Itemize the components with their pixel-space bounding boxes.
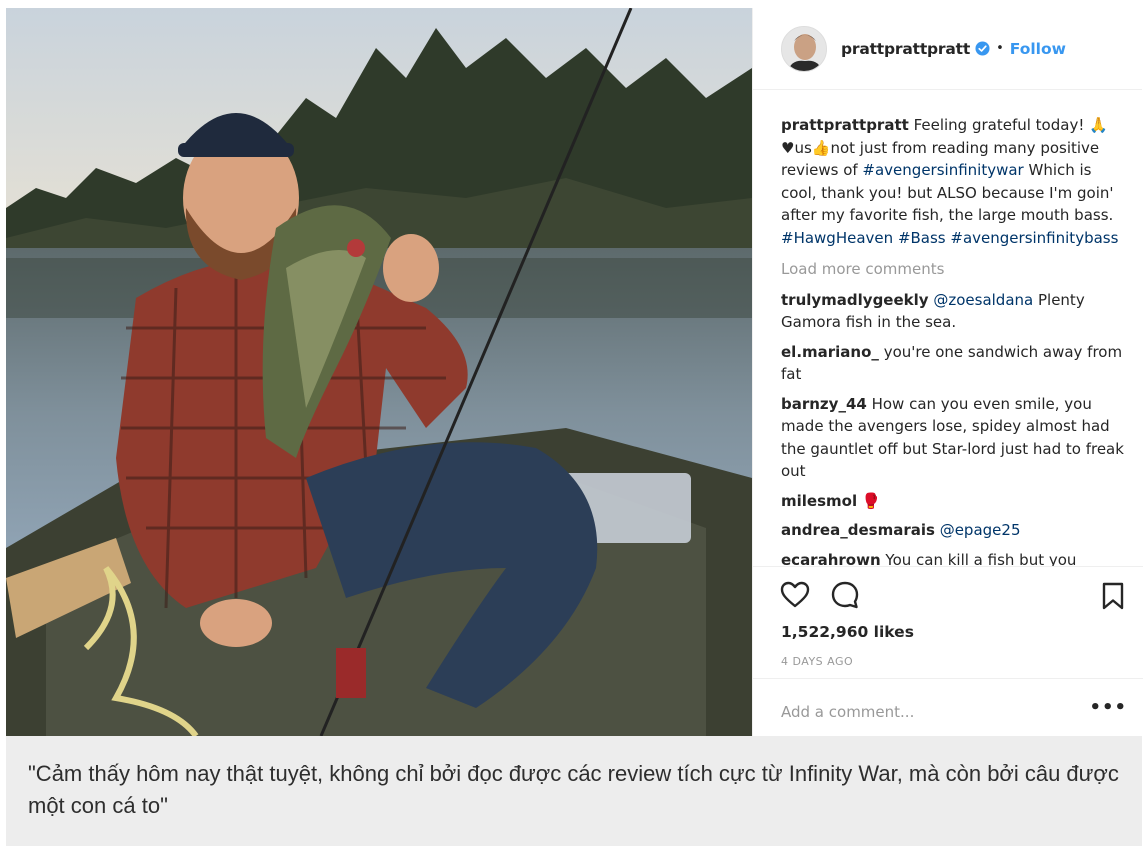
hashtag-link[interactable]: #HawgHeaven [781, 229, 893, 247]
comment-text: 🥊 [857, 491, 881, 510]
post-actions: 1,522,960 likes 4 DAYS AGO [753, 566, 1143, 676]
follow-button[interactable]: Follow [1010, 40, 1066, 58]
comment-text: You can kill a fish but you [880, 550, 1077, 567]
post-date: 4 DAYS AGO [781, 655, 854, 668]
more-options-button[interactable]: ••• [1089, 697, 1127, 718]
header-username[interactable]: prattprattpratt [841, 40, 970, 58]
comment-icon[interactable] [829, 579, 861, 611]
comment-item: andrea_desmarais @epage25 [781, 519, 1131, 542]
verified-badge-icon [975, 41, 990, 56]
comment-username[interactable]: el.mariano_ [781, 343, 879, 361]
add-comment-area: Add a comment... ••• [753, 678, 1143, 736]
comment-mention[interactable]: @zoesaldana [933, 291, 1033, 309]
hashtag-link[interactable]: #avengersinfinitywar [862, 161, 1023, 179]
avatar-face-icon [782, 26, 826, 71]
comment-item: milesmol 🥊 [781, 490, 1131, 513]
separator-dot: • [996, 41, 1004, 56]
comment-item: trulymadlygeekly @zoesaldana Plenty Gamo… [781, 289, 1131, 334]
post-header: prattprattpratt • Follow [753, 8, 1142, 90]
article-caption: "Cảm thấy hôm nay thật tuyệt, không chỉ … [6, 736, 1142, 846]
comment-username[interactable]: andrea_desmarais [781, 521, 935, 539]
thumbs-up-emoji: 👍 [811, 138, 831, 157]
comment-username[interactable]: milesmol [781, 492, 857, 510]
add-comment-input[interactable]: Add a comment... [781, 703, 914, 721]
comment-item: ecarahrown You can kill a fish but you [781, 549, 1131, 567]
caption-username[interactable]: prattprattpratt [781, 116, 909, 134]
comments-section: prattprattpratt Feeling grateful today! … [781, 114, 1131, 566]
comment-username[interactable]: trulymadlygeekly [781, 291, 929, 309]
caption-text-1: Feeling grateful today! [908, 116, 1090, 134]
instagram-post-panel: prattprattpratt • Follow prattprattpratt… [752, 8, 1143, 736]
post-photo[interactable] [6, 8, 752, 736]
hashtag-link[interactable]: #Bass [898, 229, 946, 247]
pray-emoji: 🙏 [1089, 116, 1108, 134]
comment-item: el.mariano_ you're one sandwich away fro… [781, 341, 1131, 386]
fishing-photo-illustration [6, 8, 752, 736]
heart-icon[interactable] [779, 579, 811, 611]
comment-username[interactable]: ecarahrown [781, 551, 881, 567]
hashtag-link[interactable]: #avengersinfinitybass [950, 229, 1118, 247]
bookmark-icon[interactable] [1099, 581, 1127, 611]
comment-username[interactable]: barnzy_44 [781, 395, 867, 413]
post-caption: prattprattpratt Feeling grateful today! … [781, 114, 1131, 249]
comment-mention[interactable]: @epage25 [940, 521, 1021, 539]
comment-item: barnzy_44 How can you even smile, you ma… [781, 393, 1131, 483]
avatar[interactable] [781, 25, 827, 72]
likes-count[interactable]: 1,522,960 likes [781, 623, 914, 641]
load-more-comments-button[interactable]: Load more comments [781, 258, 1131, 281]
caption-text-2: ♥us [781, 138, 812, 157]
